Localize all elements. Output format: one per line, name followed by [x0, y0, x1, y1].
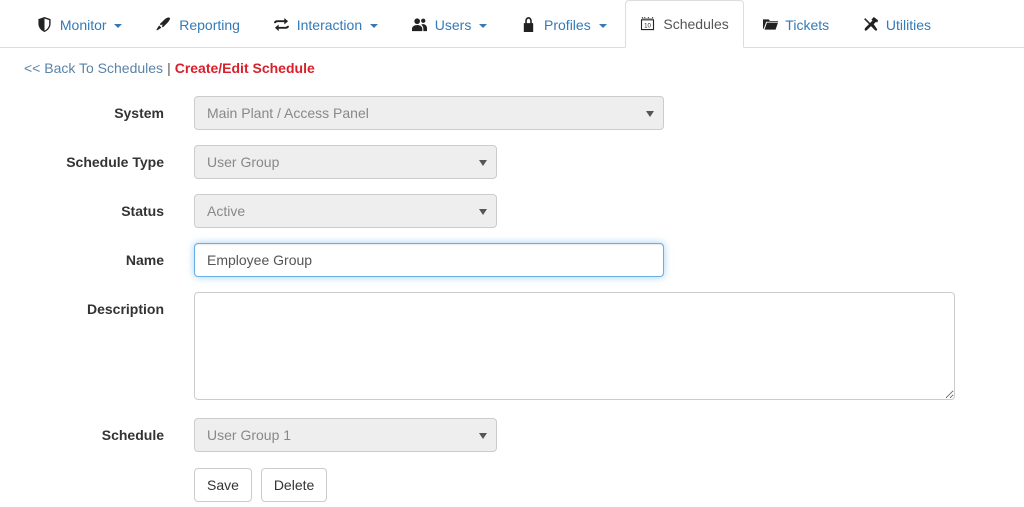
save-button[interactable]: Save	[194, 468, 252, 502]
svg-text:10: 10	[645, 22, 652, 29]
main-navigation: Monitor Reporting Interaction Users Prof…	[0, 0, 1024, 48]
tools-icon	[863, 17, 879, 32]
breadcrumb: << Back To Schedules | Create/Edit Schedul…	[0, 48, 1024, 78]
nav-item-reporting[interactable]: Reporting	[141, 1, 255, 48]
status-select[interactable]: Active	[194, 194, 497, 228]
description-label: Description	[86, 301, 164, 317]
nav-label: Tickets	[785, 17, 830, 33]
nav-label: Interaction	[296, 17, 363, 33]
chevron-down-icon	[114, 24, 123, 28]
system-select[interactable]: Main Plant / Access Panel	[194, 96, 664, 130]
status-label: Status	[121, 203, 164, 219]
shield-icon	[37, 17, 52, 32]
system-label: System	[114, 105, 164, 121]
form-row-system: System Main Plant / Access Panel	[0, 96, 1024, 130]
chevron-down-icon	[598, 24, 607, 28]
form-row-schedule: Schedule User Group 1	[0, 418, 1024, 452]
status-select-value: Active	[207, 203, 246, 219]
nav-item-utilities[interactable]: Utilities	[848, 1, 946, 48]
form-row-description: Description	[0, 292, 1024, 400]
breadcrumb-separator: |	[167, 60, 171, 76]
nav-item-profiles[interactable]: Profiles	[506, 1, 621, 48]
system-select-value: Main Plant / Access Panel	[207, 105, 369, 121]
page-title: Create/Edit Schedule	[174, 60, 315, 76]
nav-label: Reporting	[179, 17, 240, 33]
nav-item-monitor[interactable]: Monitor	[22, 1, 137, 48]
name-label: Name	[125, 252, 164, 268]
chevron-down-icon	[370, 24, 378, 28]
nav-label: Users	[434, 17, 472, 33]
form-row-status: Status Active	[0, 194, 1024, 228]
nav-label: Utilities	[885, 17, 932, 33]
create-edit-schedule-form: System Main Plant / Access Panel Schedul…	[0, 78, 1024, 502]
back-to-schedules-link[interactable]: << Back To Schedules	[24, 60, 163, 76]
schedule-select-value: User Group 1	[207, 427, 292, 443]
chevron-down-icon	[479, 160, 487, 166]
description-textarea[interactable]	[194, 292, 955, 400]
nav-item-interaction[interactable]: Interaction	[259, 1, 393, 48]
schedule-label: Schedule	[101, 427, 164, 443]
schedule-select[interactable]: User Group 1	[194, 418, 497, 452]
form-row-actions: Save Delete	[0, 468, 1024, 502]
schedule-type-select-value: User Group	[207, 154, 280, 170]
nav-item-users[interactable]: Users	[397, 1, 502, 48]
nav-label: Profiles	[544, 17, 591, 33]
delete-button[interactable]: Delete	[260, 468, 328, 502]
nav-label: Monitor	[59, 17, 107, 33]
schedule-type-label: Schedule Type	[66, 154, 164, 170]
form-row-name: Name	[0, 243, 1024, 277]
chevron-down-icon	[646, 111, 654, 117]
calendar-icon: 10	[640, 16, 655, 31]
nav-item-schedules[interactable]: 10 Schedules	[625, 0, 744, 48]
nav-label: Schedules	[663, 16, 729, 32]
name-input[interactable]	[194, 243, 664, 277]
nav-item-tickets[interactable]: Tickets	[748, 1, 844, 48]
chevron-down-icon	[479, 209, 487, 215]
lock-icon	[521, 17, 536, 32]
exchange-icon	[273, 17, 289, 32]
pen-icon	[156, 17, 171, 32]
chevron-down-icon	[479, 24, 488, 28]
schedule-type-select[interactable]: User Group	[194, 145, 497, 179]
form-row-schedule-type: Schedule Type User Group	[0, 145, 1024, 179]
chevron-down-icon	[479, 433, 487, 439]
users-icon	[411, 17, 427, 32]
folder-open-icon	[762, 17, 778, 32]
